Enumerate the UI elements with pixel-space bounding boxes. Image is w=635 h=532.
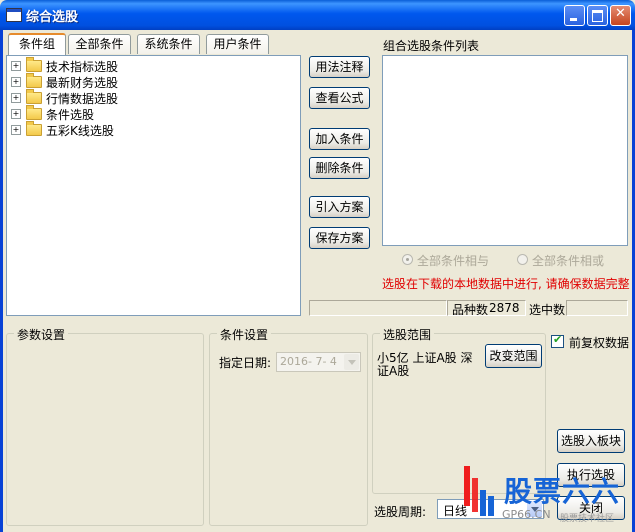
watermark-brand: 股票六六 [504,475,621,508]
stock-range-label: 选股范围 [380,326,435,343]
import-plan-button[interactable]: 引入方案 [309,196,370,218]
expand-icon[interactable]: + [11,77,21,87]
app-icon [6,8,22,22]
and-label: 全部条件相与 [417,254,490,268]
folder-icon [26,105,42,120]
range-text-line2: 证A股 [377,364,410,378]
tree-item[interactable]: + 行情数据选股 [11,89,119,106]
condition-settings-label: 条件设置 [217,326,272,343]
progress-bar [309,300,447,316]
selected-count-box [566,300,628,316]
param-settings-group [6,333,204,526]
add-condition-button[interactable]: 加入条件 [309,128,370,150]
condition-list-label: 组合选股条件列表 [383,39,480,53]
folder-icon [26,73,42,88]
save-plan-button[interactable]: 保存方案 [309,227,370,249]
restored-data-label: 前复权数据 [569,336,630,350]
selected-count-label: 选中数 [529,303,566,317]
watermark-url: GP66.CN [502,508,551,521]
date-picker[interactable]: 2016- 7- 4 [276,352,361,372]
view-formula-button[interactable]: 查看公式 [309,87,370,109]
tab-condition-group[interactable]: 条件组 [8,33,66,56]
folder-icon [26,89,42,104]
tree-item[interactable]: + 条件选股 [11,105,95,122]
tree-item-label: 最新财务选股 [46,75,119,90]
folder-icon [26,57,42,72]
date-value: 2016- 7- 4 [280,355,337,368]
and-radio[interactable] [402,254,413,265]
expand-icon[interactable]: + [11,93,21,103]
expand-icon[interactable]: + [11,61,21,71]
stock-count-box [447,300,526,316]
condition-tree[interactable]: + 技术指标选股 + 最新财务选股 + 行情数据选股 + 条件选股 + 五彩K线… [6,55,301,316]
or-label: 全部条件相或 [532,254,605,268]
add-to-block-button[interactable]: 选股入板块 [557,429,625,453]
tree-item-label: 技术指标选股 [46,59,119,74]
date-label: 指定日期: [219,356,272,370]
condition-list[interactable] [382,55,628,246]
maximize-button[interactable] [587,5,608,26]
param-settings-label: 参数设置 [14,326,69,343]
watermark-logo-icon [464,466,494,516]
tree-item[interactable]: + 最新财务选股 [11,73,119,90]
watermark: 股票六六 GP66.CN 股票技术社区 [460,462,634,530]
window-frame-left [0,30,3,532]
expand-icon[interactable]: + [11,125,21,135]
minimize-button[interactable] [564,5,585,26]
tree-item-label: 五彩K线选股 [46,123,114,138]
tree-item-label: 行情数据选股 [46,91,119,106]
window-title: 综合选股 [26,10,79,25]
tab-all-conditions[interactable]: 全部条件 [68,34,131,54]
data-notice: 选股在下载的本地数据中进行, 请确保数据完整 [382,277,630,291]
change-range-button[interactable]: 改变范围 [485,344,542,368]
title-bar: 综合选股 [0,0,635,30]
folder-icon [26,121,42,136]
tree-item[interactable]: + 技术指标选股 [11,57,119,74]
or-radio[interactable] [517,254,528,265]
expand-icon[interactable]: + [11,109,21,119]
close-window-button[interactable] [610,5,631,26]
tree-item-label: 条件选股 [46,107,95,122]
tab-user-conditions[interactable]: 用户条件 [206,34,269,54]
delete-condition-button[interactable]: 删除条件 [309,157,370,179]
tree-item[interactable]: + 五彩K线选股 [11,121,114,138]
watermark-tagline: 股票技术社区 [560,514,615,524]
period-label: 选股周期: [374,505,427,519]
usage-notes-button[interactable]: 用法注释 [309,56,370,78]
tab-system-conditions[interactable]: 系统条件 [137,34,200,54]
restored-data-checkbox[interactable] [551,333,564,348]
chevron-down-icon[interactable] [344,354,359,370]
